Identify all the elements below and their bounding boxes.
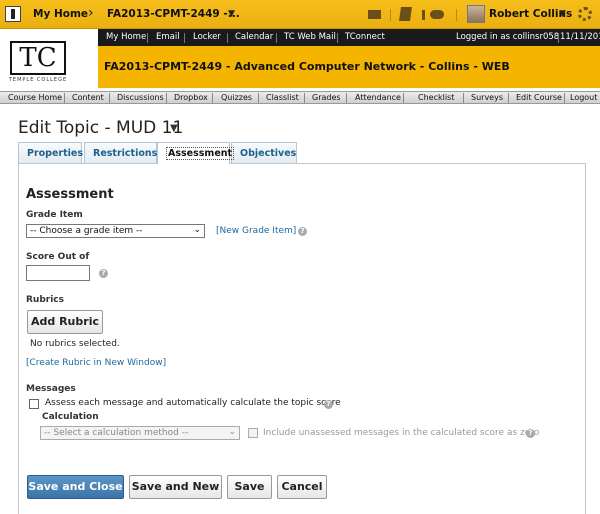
user-dropdown-icon[interactable]: ▼: [559, 9, 566, 19]
nav-checklist[interactable]: Checklist: [418, 93, 454, 102]
title-dropdown-icon[interactable]: ▼: [170, 123, 178, 134]
nav-classlist[interactable]: Classlist: [266, 93, 299, 102]
subscription-alerts-icon[interactable]: [430, 10, 444, 19]
minibar: My Home › FA2013-CPMT-2449 -... ▼ Robert…: [0, 0, 600, 29]
message-alerts-icon[interactable]: [368, 10, 381, 19]
help-icon[interactable]: ?: [526, 429, 535, 438]
page-title: Edit Topic - MUD 11: [18, 118, 184, 138]
course-banner: FA2013-CPMT-2449 - Advanced Computer Net…: [98, 46, 600, 88]
top-nav: My Home Email Locker Calendar TC Web Mai…: [98, 29, 600, 46]
grade-item-label: Grade Item: [26, 210, 83, 220]
assess-messages-label: Assess each message and automatically ca…: [45, 398, 341, 408]
tab-restrictions[interactable]: Restrictions: [84, 142, 157, 163]
rubrics-label: Rubrics: [26, 295, 64, 305]
logo-mark: TC: [10, 41, 66, 75]
no-rubrics-text: No rubrics selected.: [30, 339, 120, 349]
include-unassessed-label: Include unassessed messages in the calcu…: [263, 428, 540, 438]
date-text: 11/11/2013: [560, 32, 600, 42]
chevron-down-icon: ⌄: [228, 427, 236, 437]
calculation-label: Calculation: [42, 412, 99, 422]
header: TC TEMPLE COLLEGE My Home Email Locker C…: [0, 29, 600, 91]
include-unassessed-checkbox[interactable]: [248, 428, 258, 438]
course-title: FA2013-CPMT-2449 - Advanced Computer Net…: [104, 60, 510, 73]
tab-properties[interactable]: Properties: [18, 142, 83, 163]
nav-course-home[interactable]: Course Home: [8, 93, 62, 102]
create-rubric-link[interactable]: [Create Rubric in New Window]: [26, 358, 166, 368]
minibar-divider: [456, 9, 457, 21]
gear-icon[interactable]: [578, 7, 592, 21]
help-icon[interactable]: ?: [99, 269, 108, 278]
section-heading: Assessment: [26, 187, 114, 202]
save-and-close-button[interactable]: Save and Close: [27, 475, 124, 499]
grade-item-select[interactable]: -- Choose a grade item -- ⌄: [26, 224, 205, 238]
nav-edit-course[interactable]: Edit Course: [516, 93, 562, 102]
avatar[interactable]: [467, 5, 485, 23]
org-logo-icon[interactable]: [5, 6, 21, 22]
help-icon[interactable]: ?: [324, 400, 333, 409]
topnav-email[interactable]: Email: [156, 32, 180, 42]
nav-quizzes[interactable]: Quizzes: [221, 93, 252, 102]
topnav-my-home[interactable]: My Home: [106, 32, 146, 42]
chevron-right-icon: ›: [88, 5, 94, 21]
alert-icon[interactable]: [422, 10, 425, 20]
logo-subtitle: TEMPLE COLLEGE: [8, 77, 68, 83]
score-label: Score Out of: [26, 252, 90, 262]
nav-content[interactable]: Content: [72, 93, 104, 102]
nav-attendance[interactable]: Attendance: [355, 93, 401, 102]
topnav-tconnect[interactable]: TConnect: [345, 32, 385, 42]
score-input[interactable]: [26, 265, 90, 281]
topnav-calendar[interactable]: Calendar: [235, 32, 273, 42]
calculation-select[interactable]: -- Select a calculation method -- ⌄: [40, 426, 240, 440]
nav-discussions[interactable]: Discussions: [117, 93, 164, 102]
help-icon[interactable]: ?: [298, 227, 307, 236]
logged-in-text: Logged in as collinsr058: [456, 32, 560, 42]
new-grade-item-link[interactable]: [New Grade Item]: [216, 226, 296, 236]
college-logo[interactable]: TC TEMPLE COLLEGE: [6, 41, 70, 83]
topnav-locker[interactable]: Locker: [193, 32, 221, 42]
nav-grades[interactable]: Grades: [312, 93, 341, 102]
chevron-down-icon: ⌄: [193, 225, 201, 235]
topnav-tc-web-mail[interactable]: TC Web Mail: [284, 32, 336, 42]
save-button[interactable]: Save: [227, 475, 272, 499]
nav-surveys[interactable]: Surveys: [471, 93, 503, 102]
cancel-button[interactable]: Cancel: [277, 475, 327, 499]
tab-assessment[interactable]: Assessment: [157, 142, 235, 164]
nav-dropbox[interactable]: Dropbox: [174, 93, 208, 102]
assess-messages-checkbox[interactable]: [29, 399, 39, 409]
tab-objectives[interactable]: Objectives: [231, 142, 297, 163]
minibar-divider: [390, 9, 391, 21]
updates-icon[interactable]: [399, 7, 412, 21]
add-rubric-button[interactable]: Add Rubric: [27, 310, 103, 334]
course-selector[interactable]: FA2013-CPMT-2449 -...: [107, 8, 240, 20]
save-and-new-button[interactable]: Save and New: [129, 475, 222, 499]
messages-label: Messages: [26, 384, 76, 394]
my-home-link[interactable]: My Home: [33, 8, 88, 20]
nav-logout[interactable]: Logout: [570, 93, 597, 102]
course-dropdown-icon[interactable]: ▼: [228, 9, 235, 19]
course-nav: Course Home Content Discussions Dropbox …: [0, 91, 600, 104]
